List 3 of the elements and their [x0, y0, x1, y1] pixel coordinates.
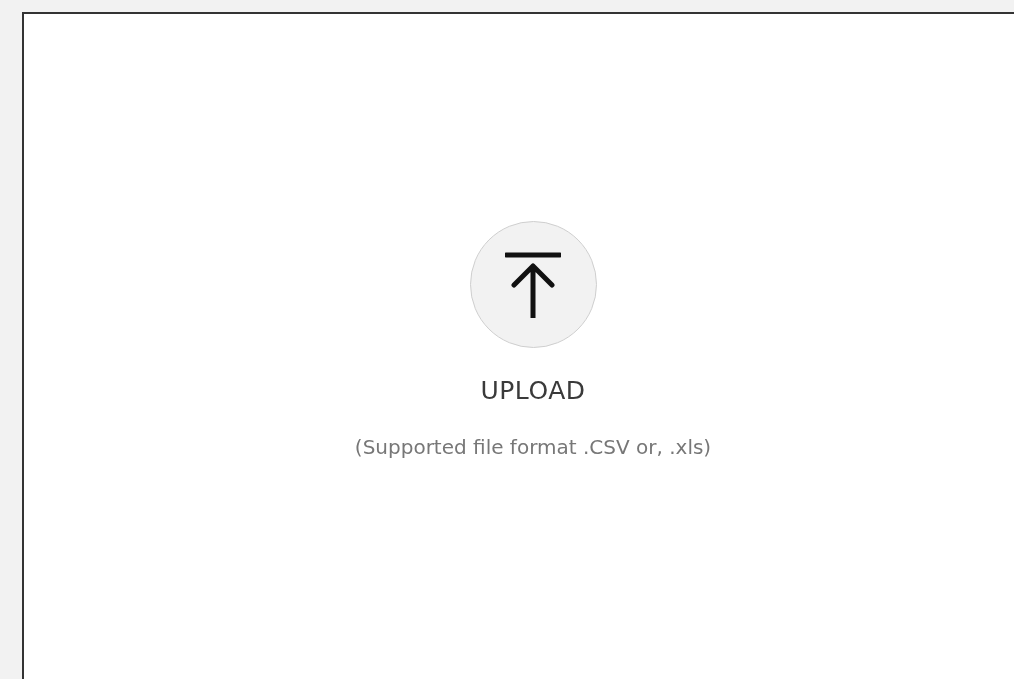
upload-icon	[505, 251, 561, 318]
upload-label: UPLOAD	[480, 376, 586, 405]
supported-formats-text: (Supported file format .CSV or, .xls)	[354, 435, 712, 459]
